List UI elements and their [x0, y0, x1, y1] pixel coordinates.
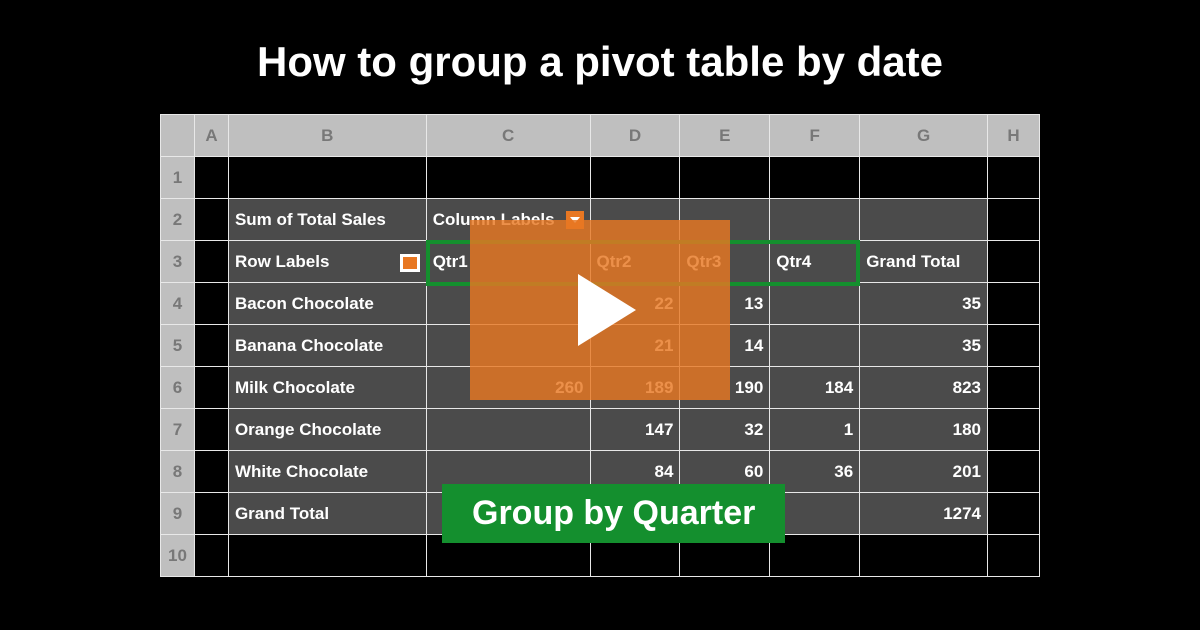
row-total[interactable]: 35	[860, 283, 988, 325]
cell[interactable]	[194, 283, 228, 325]
row-label[interactable]: Milk Chocolate	[228, 367, 426, 409]
row-label[interactable]: White Chocolate	[228, 451, 426, 493]
cell[interactable]	[988, 199, 1040, 241]
col-header-C[interactable]: C	[426, 115, 590, 157]
cell[interactable]	[988, 451, 1040, 493]
cell-value[interactable]	[770, 283, 860, 325]
row-header-3[interactable]: 3	[161, 241, 195, 283]
row-header-10[interactable]: 10	[161, 535, 195, 577]
cell[interactable]	[194, 241, 228, 283]
cell-value[interactable]: 184	[770, 367, 860, 409]
cell[interactable]	[228, 535, 426, 577]
cell[interactable]	[988, 409, 1040, 451]
cell-value[interactable]: 147	[590, 409, 680, 451]
play-icon	[578, 274, 636, 346]
cell[interactable]	[988, 283, 1040, 325]
cell[interactable]	[194, 367, 228, 409]
cell-value[interactable]: 1	[770, 409, 860, 451]
sort-dropdown-icon[interactable]	[400, 254, 420, 272]
cell[interactable]	[194, 325, 228, 367]
cell[interactable]	[194, 493, 228, 535]
cell[interactable]	[988, 157, 1040, 199]
cell[interactable]	[228, 157, 426, 199]
cell[interactable]	[194, 199, 228, 241]
grand-total-col-header[interactable]: Grand Total	[860, 241, 988, 283]
row-header-1[interactable]: 1	[161, 157, 195, 199]
cell-value[interactable]	[426, 409, 590, 451]
cell[interactable]	[770, 157, 860, 199]
col-header-H[interactable]: H	[988, 115, 1040, 157]
col-header-A[interactable]: A	[194, 115, 228, 157]
cell[interactable]	[194, 157, 228, 199]
row-header-4[interactable]: 4	[161, 283, 195, 325]
col-header-F[interactable]: F	[770, 115, 860, 157]
cell[interactable]	[988, 241, 1040, 283]
cell[interactable]	[860, 157, 988, 199]
cell-value[interactable]: 32	[680, 409, 770, 451]
cell[interactable]	[194, 535, 228, 577]
cell[interactable]	[194, 409, 228, 451]
cell[interactable]	[988, 325, 1040, 367]
cell[interactable]	[770, 199, 860, 241]
row-total[interactable]: 201	[860, 451, 988, 493]
row-label[interactable]: Banana Chocolate	[228, 325, 426, 367]
cell[interactable]	[860, 535, 988, 577]
row-header-7[interactable]: 7	[161, 409, 195, 451]
page-title: How to group a pivot table by date	[0, 0, 1200, 114]
cell[interactable]	[860, 199, 988, 241]
cell[interactable]	[988, 535, 1040, 577]
row-header-8[interactable]: 8	[161, 451, 195, 493]
row-header-6[interactable]: 6	[161, 367, 195, 409]
cell[interactable]	[988, 367, 1040, 409]
col-header-D[interactable]: D	[590, 115, 680, 157]
play-button[interactable]	[470, 220, 730, 400]
grand-total-row-label[interactable]: Grand Total	[228, 493, 426, 535]
cell[interactable]	[194, 451, 228, 493]
cell[interactable]	[590, 157, 680, 199]
cell-value[interactable]	[770, 325, 860, 367]
row-labels-text: Row Labels	[235, 252, 329, 272]
row-total[interactable]: 35	[860, 325, 988, 367]
grand-total-total[interactable]: 1274	[860, 493, 988, 535]
spreadsheet-wrap: A B C D E F G H 1 2 Sum of Total Sales	[160, 114, 1040, 577]
pivot-row-labels-cell[interactable]: Row Labels	[228, 241, 426, 283]
row-header-5[interactable]: 5	[161, 325, 195, 367]
row-total[interactable]: 180	[860, 409, 988, 451]
row-total[interactable]: 823	[860, 367, 988, 409]
row-header-2[interactable]: 2	[161, 199, 195, 241]
cell[interactable]	[680, 157, 770, 199]
col-header-G[interactable]: G	[860, 115, 988, 157]
cell[interactable]	[426, 157, 590, 199]
caption-overlay: Group by Quarter	[442, 484, 785, 543]
pivot-sum-of-label[interactable]: Sum of Total Sales	[228, 199, 426, 241]
row-header-9[interactable]: 9	[161, 493, 195, 535]
row-col-corner	[161, 115, 195, 157]
row-label[interactable]: Orange Chocolate	[228, 409, 426, 451]
col-header-E[interactable]: E	[680, 115, 770, 157]
col-header-B[interactable]: B	[228, 115, 426, 157]
cell[interactable]	[988, 493, 1040, 535]
row-label[interactable]: Bacon Chocolate	[228, 283, 426, 325]
qtr4-header[interactable]: Qtr4	[770, 241, 860, 283]
